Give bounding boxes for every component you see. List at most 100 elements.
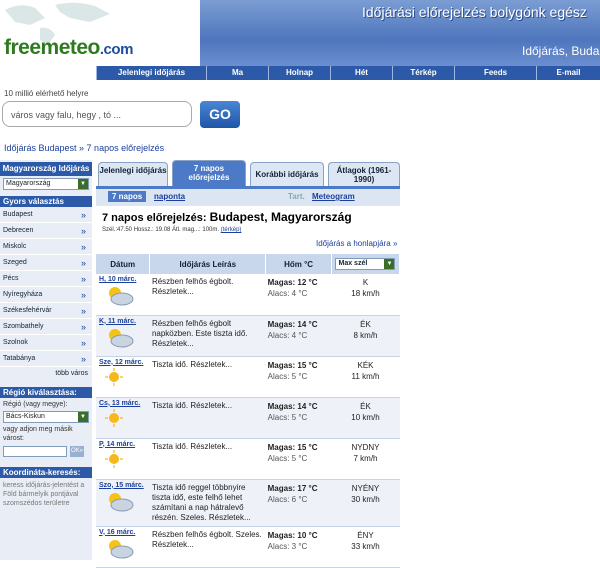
search-input[interactable]: város vagy falu, hegy , tó ... [2, 101, 192, 127]
table-row: Szo, 15 márc. Tiszta idő reggel többnyire… [96, 479, 400, 527]
region-select[interactable]: Bács-Kiskun ▼ [3, 411, 89, 423]
tab-averages[interactable]: Átlagok (1961-1990) [328, 162, 400, 186]
sidebar-city-szeged[interactable]: Szeged » [0, 255, 92, 271]
other-city-input[interactable] [3, 446, 67, 457]
forecast-tabs: Jelenlegi időjárás 7 napos előrejelzés K… [96, 160, 400, 186]
subtab-tart[interactable]: Tart. [288, 192, 305, 201]
subtab-7-day[interactable]: 7 napos [108, 191, 147, 202]
banner: Időjárási előrejelzés bolygónk egész Idő… [200, 0, 600, 66]
page-title: 7 napos előrejelzés: Budapest, Magyarors… [102, 210, 352, 224]
description-cell[interactable]: Részben felhős égbolt. Részletek... [149, 274, 266, 316]
sidebar-city-pecs[interactable]: Pécs » [0, 271, 92, 287]
weather-to-homepage-link[interactable]: Időjárás a honlapjára » [316, 239, 397, 248]
sidebar-city-miskolc[interactable]: Miskolc » [0, 239, 92, 255]
region-label: Régió (vagy megye): [3, 401, 68, 408]
wind-direction: ÉNY [357, 530, 374, 540]
sun-icon [105, 408, 147, 429]
date-link[interactable]: P, 14 márc. [99, 441, 147, 448]
date-cell: Szo, 15 márc. [96, 479, 150, 527]
date-link[interactable]: K, 11 márc. [99, 318, 147, 325]
max-temp: Magas: 15 °C [267, 360, 318, 370]
subtab-daily[interactable]: naponta [154, 192, 185, 201]
wind-speed: 30 km/h [351, 494, 380, 504]
sidebar-city-szombathely[interactable]: Szombathely » [0, 319, 92, 335]
column-temperature: Hőm °C [265, 254, 332, 274]
city-label: Szolnok [3, 339, 28, 346]
country-select[interactable]: Magyarország ▼ [3, 178, 89, 190]
max-wind-value: Max szél [338, 260, 368, 267]
sidebar-city-budapest[interactable]: Budapest » [0, 207, 92, 223]
table-row: V, 16 márc. Részben felhős égbolt. Szeles… [96, 526, 400, 568]
wind-direction: ÉK [360, 319, 371, 329]
table-row: K, 11 márc. Részben felhős égbolt napközb… [96, 315, 400, 357]
date-link[interactable]: H, 10 márc. [99, 276, 147, 283]
sidebar-city-szolnok[interactable]: Szolnok » [0, 335, 92, 351]
description-cell[interactable]: Tiszta idő. Részletek... [149, 438, 266, 480]
tab-past-weather[interactable]: Korábbi időjárás [250, 162, 324, 186]
max-temp: Magas: 14 °C [267, 319, 318, 329]
date-cell: Cs, 13 márc. [96, 397, 150, 439]
date-link[interactable]: Szo, 15 márc. [99, 482, 147, 489]
city-label: Szeged [3, 259, 27, 266]
tab-current-weather[interactable]: Jelenlegi időjárás [98, 162, 168, 186]
sidebar-city-szekesfehervar[interactable]: Székesfehérvár » [0, 303, 92, 319]
description-cell[interactable]: Részben felhős égbolt napközben. Este ti… [149, 315, 266, 357]
title-prefix: 7 napos előrejelzés: [102, 212, 210, 224]
sidebar-city-debrecen[interactable]: Debrecen » [0, 223, 92, 239]
min-temp: Alacs: 3 °C [267, 541, 308, 551]
header: freemeteo.com Időjárási előrejelzés boly… [0, 0, 600, 66]
nav-email[interactable]: E-mail [536, 66, 600, 80]
max-temp: Magas: 10 °C [267, 530, 318, 540]
table-row: H, 10 márc. Részben felhős égbolt. Részle… [96, 274, 400, 316]
city-label: Székesfehérvár [3, 307, 52, 314]
chevron-right-icon: » [80, 274, 86, 284]
wind-direction: ÉK [360, 401, 371, 411]
min-temp: Alacs: 5 °C [267, 371, 308, 381]
sidebar-city-tatabanya[interactable]: Tatabánya » [0, 351, 92, 367]
date-link[interactable]: Sze, 12 márc. [99, 359, 147, 366]
subtab-meteogram[interactable]: Meteogram [312, 192, 355, 201]
wind-speed: 8 km/h [353, 330, 378, 340]
city-label: Budapest [3, 211, 33, 218]
tab-7-day-forecast[interactable]: 7 napos előrejelzés [172, 160, 246, 186]
nav-feeds[interactable]: Feeds [454, 66, 536, 80]
max-temp: Magas: 15 °C [267, 442, 318, 452]
chevron-down-icon: ▼ [78, 412, 88, 422]
freemeteo-logo[interactable]: freemeteo.com [4, 36, 133, 60]
wind-direction: NYÉNY [351, 483, 380, 493]
nav-map[interactable]: Térkép [392, 66, 454, 80]
map-link[interactable]: (térkép) [221, 227, 242, 233]
chevron-right-icon: » [80, 306, 86, 316]
max-wind-select[interactable]: Max szél ▼ [335, 258, 396, 270]
breadcrumb[interactable]: Időjárás Budapest » 7 napos előrejelzés [4, 143, 164, 153]
description-cell[interactable]: Tiszta idő. Részletek... [149, 397, 266, 439]
banner-slogan: Időjárási előrejelzés bolygónk egész [362, 4, 587, 20]
chevron-down-icon: ▼ [78, 179, 88, 189]
description-cell[interactable]: Tiszta idő. Részletek... [149, 356, 266, 398]
wind-speed: 33 km/h [351, 541, 380, 551]
go-button[interactable]: GO [200, 101, 240, 128]
min-temp: Alacs: 5 °C [267, 453, 308, 463]
nav-today[interactable]: Ma [206, 66, 268, 80]
partly-cloudy-icon [105, 491, 147, 515]
table-row: Cs, 13 márc. Tiszta idő. Részletek... Maga… [96, 397, 400, 439]
more-cities-link[interactable]: több város [0, 367, 92, 381]
sidebar-city-nyiregyhaza[interactable]: Nyíregyháza » [0, 287, 92, 303]
nav-week[interactable]: Hét [330, 66, 392, 80]
wind-direction: K [362, 278, 369, 287]
table-row: P, 14 márc. Tiszta idő. Részletek... Magas… [96, 438, 400, 480]
ok-button[interactable]: OK» [70, 446, 84, 457]
max-temp: Magas: 14 °C [267, 401, 318, 411]
partly-cloudy-icon [105, 538, 147, 562]
date-link[interactable]: V, 16 márc. [99, 529, 147, 536]
nav-tomorrow[interactable]: Holnap [268, 66, 330, 80]
coordinate-search-title: Koordináta-keresés: [0, 467, 92, 478]
date-link[interactable]: Cs, 13 márc. [99, 400, 147, 407]
description-cell[interactable]: Részben felhős égbolt. Szeles. Részletek… [149, 526, 266, 568]
banner-subtitle: Időjárás, Budap [522, 44, 600, 58]
table-row: Sze, 12 márc. Tiszta idő. Részletek... Mag… [96, 356, 400, 398]
logo-free: free [4, 36, 41, 59]
nav-current-weather[interactable]: Jelenlegi időjárás [96, 66, 206, 80]
coordinates-info: Szél.:47.50 Hossz.: 19.08 Átl. mag...: 1… [102, 227, 241, 233]
description-cell[interactable]: Tiszta idő reggel többnyire tiszta idő, … [149, 479, 266, 527]
